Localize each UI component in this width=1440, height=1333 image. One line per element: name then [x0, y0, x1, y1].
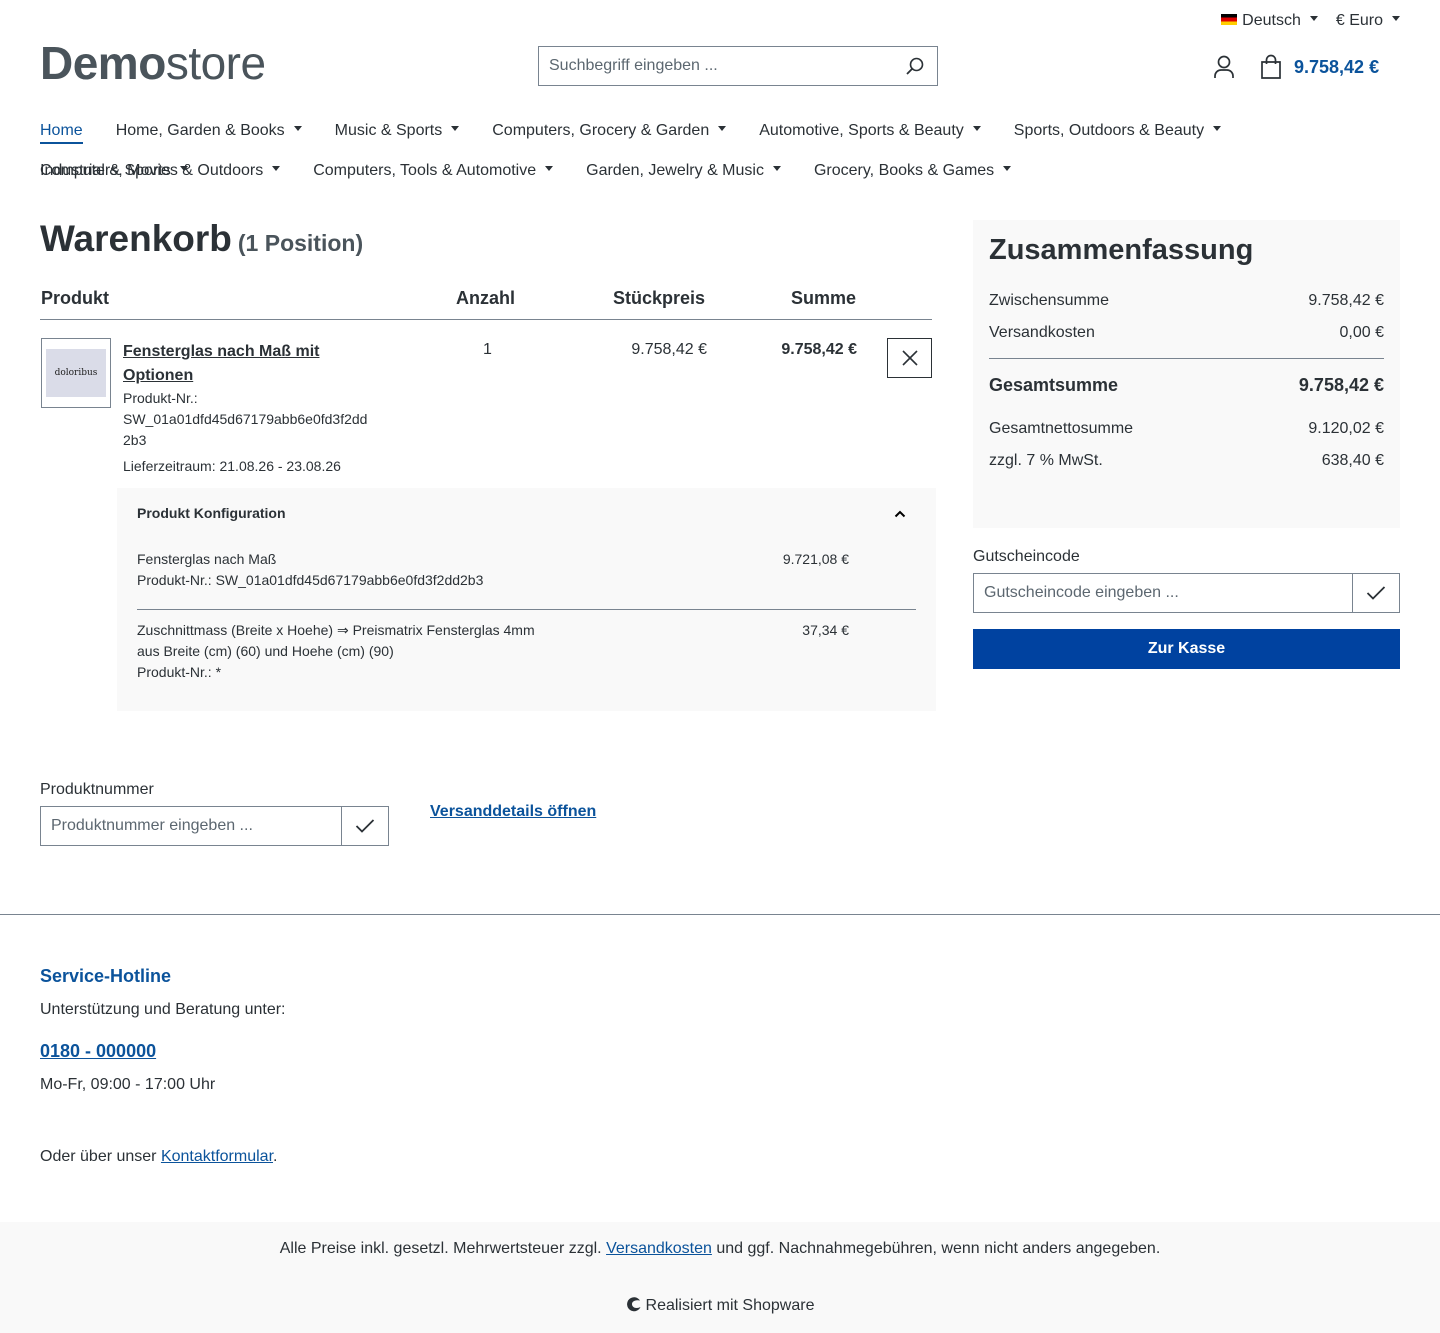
- nav-item[interactable]: Computers, Grocery & Garden: [492, 111, 727, 151]
- user-icon: [1214, 55, 1234, 78]
- topbar: Deutsch € Euro: [1221, 10, 1400, 32]
- contact-text: Oder über unser Kontaktformular.: [40, 1148, 278, 1165]
- cart-button[interactable]: 9.758,42 €: [1258, 53, 1379, 81]
- powered-by[interactable]: Realisiert mit Shopware: [0, 1296, 1440, 1315]
- nav-item[interactable]: Automotive, Sports & Beauty: [759, 111, 981, 151]
- voucher-form: [973, 573, 1400, 613]
- chevron-down-icon: [972, 126, 981, 132]
- cart-total: 9.758,42 €: [1294, 56, 1380, 77]
- product-number-input[interactable]: [41, 807, 341, 845]
- nav-item[interactable]: Grocery, Books & Games: [814, 151, 1012, 191]
- nav-item-home[interactable]: Home: [40, 111, 83, 151]
- chevron-down-icon: [545, 166, 554, 172]
- voucher-label: Gutscheincode: [973, 548, 1080, 565]
- tax-row: zzgl. 7 % MwSt. 638,40 €: [989, 452, 1384, 469]
- product-name-link[interactable]: Fensterglas nach Maß mit Optionen: [123, 340, 363, 388]
- hotline-hours: Mo-Fr, 09:00 - 17:00 Uhr: [40, 1076, 216, 1093]
- configuration-row: Fensterglas nach Maß Produkt-Nr.: SW_01a…: [137, 551, 849, 588]
- configuration-row: Zuschnittmass (Breite x Hoehe) ⇒ Preisma…: [137, 622, 849, 680]
- checkout-button[interactable]: Zur Kasse: [973, 629, 1400, 669]
- order-summary: Zusammenfassung Zwischensumme 9.758,42 € …: [973, 220, 1400, 528]
- shopping-bag-icon: [1261, 54, 1281, 79]
- remove-item-button[interactable]: [887, 338, 932, 378]
- chevron-up-icon: [894, 510, 906, 518]
- nav-item[interactable]: Computers, Movies & Outdoors: [40, 151, 281, 191]
- search-button[interactable]: [893, 47, 937, 85]
- nav-item[interactable]: Sports, Outdoors & Beauty: [1014, 111, 1222, 151]
- product-number-form: [40, 806, 389, 846]
- voucher-input[interactable]: [974, 574, 1352, 612]
- chevron-down-icon: [272, 166, 281, 172]
- net-total-row: Gesamtnettosumme 9.120,02 €: [989, 420, 1384, 437]
- search-icon: [906, 57, 924, 75]
- summary-title: Zusammenfassung: [989, 234, 1254, 266]
- item-unit-price: 9.758,42 €: [631, 341, 707, 358]
- collapse-toggle[interactable]: [894, 505, 906, 523]
- cart-position-count: (1 Position): [237, 230, 364, 256]
- chevron-down-icon: [1392, 16, 1400, 22]
- voucher-submit-button[interactable]: [1352, 574, 1399, 612]
- total-row: Gesamtsumme 9.758,42 €: [989, 375, 1384, 395]
- chevron-down-icon: [718, 126, 727, 132]
- item-sum: 9.758,42 €: [781, 341, 857, 358]
- nav-item[interactable]: Garden, Jewelry & Music: [586, 151, 781, 191]
- account-button[interactable]: [1212, 54, 1236, 80]
- shipping-costs-link[interactable]: Versandkosten: [606, 1240, 712, 1257]
- hotline-subtitle: Unterstützung und Beratung unter:: [40, 1001, 286, 1018]
- shopware-logo-icon: [626, 1297, 641, 1312]
- hotline-phone-link[interactable]: 0180 - 000000: [40, 1041, 156, 1062]
- chevron-down-icon: [293, 126, 302, 132]
- logo[interactable]: Demostore: [40, 38, 266, 88]
- product-configuration: Produkt Konfiguration Fensterglas nach M…: [117, 488, 936, 711]
- cart-table-header: Produkt Anzahl Stückpreis Summe: [40, 286, 932, 320]
- product-number: Produkt-Nr.: SW_01a01dfd45d67179abb6e0fd3…: [123, 390, 368, 448]
- footer-divider: [0, 914, 1440, 915]
- search-bar: [538, 46, 938, 86]
- shipping-details-link[interactable]: Versanddetails öffnen: [430, 803, 596, 821]
- nav-item[interactable]: Home, Garden & Books: [116, 111, 302, 151]
- configuration-price: 9.721,08 €: [782, 551, 849, 567]
- delivery-period: Lieferzeitraum: 21.08.26 - 23.08.26: [123, 458, 341, 474]
- contact-form-link[interactable]: Kontaktformular: [161, 1148, 273, 1165]
- shipping-row: Versandkosten 0,00 €: [989, 324, 1384, 341]
- search-input[interactable]: [539, 47, 893, 85]
- german-flag-icon: [1221, 14, 1238, 26]
- page-title: Warenkorb (1 Position): [40, 218, 364, 259]
- checkmark-icon: [355, 819, 375, 833]
- chevron-down-icon: [1003, 166, 1012, 172]
- column-sum: Summe: [791, 288, 857, 308]
- close-icon: [901, 350, 918, 366]
- chevron-down-icon: [1309, 16, 1318, 22]
- item-quantity: 1: [483, 341, 492, 358]
- divider: [989, 358, 1384, 359]
- column-qty: Anzahl: [456, 288, 516, 308]
- divider: [137, 609, 916, 610]
- nav-item[interactable]: Computers, Tools & Automotive: [313, 151, 554, 191]
- currency-switcher[interactable]: € Euro: [1336, 12, 1400, 30]
- chevron-down-icon: [451, 126, 460, 132]
- product-number-submit-button[interactable]: [341, 807, 388, 845]
- product-thumbnail[interactable]: doloribus: [41, 338, 111, 408]
- configuration-title: Produkt Konfiguration: [137, 505, 286, 521]
- nav-item[interactable]: Music & Sports: [335, 111, 460, 151]
- vat-notice: Alle Preise inkl. gesetzl. Mehrwertsteue…: [279, 1240, 1161, 1257]
- column-product: Produkt: [41, 288, 110, 308]
- configuration-price: 37,34 €: [802, 622, 849, 638]
- chevron-down-icon: [772, 166, 781, 172]
- chevron-down-icon: [1213, 126, 1222, 132]
- product-number-label: Produktnummer: [40, 781, 154, 798]
- hotline-title: Service-Hotline: [40, 966, 172, 986]
- footer-bottom: Alle Preise inkl. gesetzl. Mehrwertsteue…: [0, 1222, 1440, 1333]
- main-navigation-row-2: Computers, Movies & Outdoors Computers, …: [40, 151, 1400, 191]
- language-switcher[interactable]: Deutsch: [1221, 12, 1318, 30]
- checkmark-icon: [1366, 586, 1386, 600]
- column-unit-price: Stückpreis: [613, 288, 706, 308]
- subtotal-row: Zwischensumme 9.758,42 €: [989, 292, 1384, 309]
